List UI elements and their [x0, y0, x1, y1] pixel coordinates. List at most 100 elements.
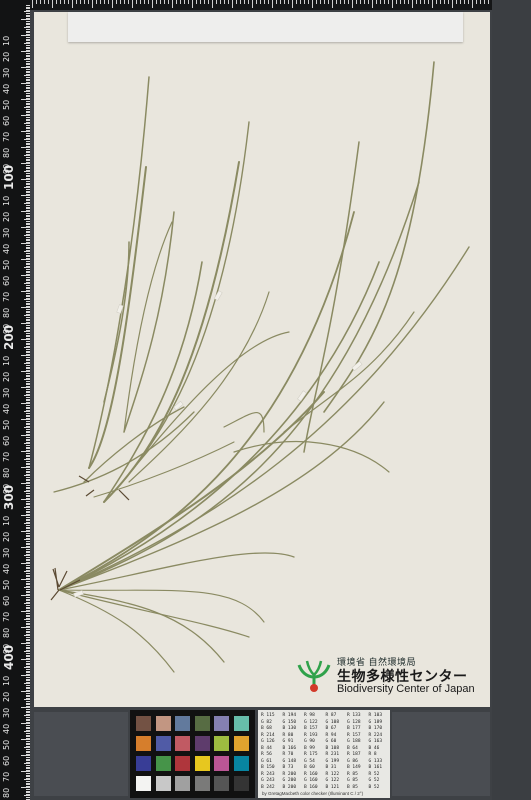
top-ruler-tick [372, 0, 373, 8]
color-swatch [155, 756, 171, 771]
color-values-table: by GretagMacbeth color checker (Illumina… [258, 710, 390, 798]
top-ruler-tick [288, 0, 289, 4]
top-ruler-tick [212, 0, 213, 8]
color-value-cell: G 128 [347, 719, 361, 725]
color-value-cell: R 87 [325, 713, 337, 718]
top-ruler-tick [48, 0, 49, 4]
color-swatch [214, 736, 229, 751]
ruler-label: 30 [2, 227, 11, 238]
ruler-label: 10 [2, 195, 11, 206]
top-ruler-tick [292, 0, 293, 8]
top-ruler-tick [300, 0, 301, 4]
color-value-cell: G 150 [282, 719, 297, 725]
color-value-cell: B 67 [325, 726, 337, 731]
top-ruler-tick [40, 0, 41, 4]
ruler-label: 60 [2, 275, 11, 286]
top-ruler-tick [160, 0, 161, 4]
top-ruler-tick [92, 0, 93, 8]
color-value-cell: B 150 [261, 765, 275, 770]
ruler-label: 10 [2, 675, 11, 686]
top-ruler-tick [56, 0, 57, 4]
ruler-label: 10 [2, 35, 11, 46]
top-ruler-tick [344, 0, 345, 4]
color-value-cell: B 108 [325, 745, 340, 751]
top-ruler-tick [104, 0, 105, 4]
top-ruler-tick [376, 0, 377, 4]
top-ruler-tick [460, 0, 461, 4]
top-ruler-tick [164, 0, 165, 4]
top-ruler-tick [36, 0, 37, 4]
color-value-cell: R 214 [261, 732, 275, 738]
color-value-cell: G 122 [325, 778, 340, 783]
top-ruler-tick [476, 0, 477, 4]
color-value-cell: G 108 [325, 719, 340, 725]
top-ruler-tick [308, 0, 309, 4]
top-ruler-tick [120, 0, 121, 4]
ruler-label: 70 [2, 611, 11, 622]
ruler-label: 70 [2, 451, 11, 462]
ruler-label: 20 [2, 371, 11, 382]
top-ruler-tick [396, 0, 397, 4]
color-value-cell: G 82 [261, 719, 272, 725]
color-value-cell: R 70 [282, 752, 294, 757]
top-ruler-tick [136, 0, 137, 4]
color-value-cell: G 199 [325, 758, 340, 764]
top-ruler-tick [440, 0, 441, 4]
ruler-label: 30 [2, 387, 11, 398]
top-ruler-tick [88, 0, 89, 4]
color-checker-chart [130, 710, 255, 798]
top-ruler-tick [140, 0, 141, 4]
top-ruler-tick [176, 0, 177, 4]
gray-card-left [34, 712, 128, 796]
top-ruler-tick [400, 0, 401, 4]
top-ruler-tick [456, 0, 457, 4]
top-ruler-tick [124, 0, 125, 4]
color-value-cell: R 193 [304, 732, 318, 738]
color-swatch [175, 736, 190, 751]
color-value-cell: B 46 [368, 745, 380, 751]
top-ruler-tick [192, 0, 193, 8]
color-value-cell: G 189 [368, 719, 383, 725]
ruler-label: 70 [2, 131, 11, 142]
color-value-cell: R 175 [304, 752, 318, 757]
top-ruler-tick [224, 0, 225, 4]
color-value-cell: B 177 [347, 726, 361, 731]
color-swatch [136, 776, 151, 791]
center-name-english: Biodiversity Center of Japan [337, 683, 475, 695]
top-ruler-tick [380, 0, 381, 4]
top-ruler-tick [236, 0, 237, 4]
top-ruler-tick [452, 0, 453, 8]
top-ruler-tick [324, 0, 325, 4]
color-swatch [233, 776, 249, 791]
color-value-cell: G 61 [261, 758, 272, 764]
top-ruler-tick [420, 0, 421, 4]
top-ruler-tick [172, 0, 173, 8]
top-ruler-tick [304, 0, 305, 4]
top-ruler-tick [488, 0, 489, 4]
color-value-cell: B 31 [325, 765, 337, 770]
top-ruler-tick [444, 0, 445, 4]
top-ruler-tick [332, 0, 333, 8]
top-ruler-tick [144, 0, 145, 4]
color-swatch [175, 716, 190, 731]
top-ruler-tick [208, 0, 209, 4]
top-ruler-tick [216, 0, 217, 4]
color-value-cell: B 166 [282, 745, 297, 751]
color-value-cell: G 90 [304, 739, 315, 744]
color-value-cell: R 56 [261, 752, 272, 757]
color-swatch [136, 736, 151, 751]
color-value-cell: B 44 [261, 745, 272, 751]
color-value-cell: G 160 [304, 778, 318, 783]
top-ruler-tick [472, 0, 473, 8]
top-ruler-tick [156, 0, 157, 4]
top-ruler-tick [200, 0, 201, 4]
color-swatch [194, 776, 210, 791]
color-value-cell: G 243 [261, 778, 275, 783]
color-value-cell: B 60 [304, 765, 315, 770]
color-swatch [175, 776, 190, 791]
top-ruler-tick [480, 0, 481, 4]
top-ruler-tick [384, 0, 385, 4]
ruler-label: 40 [2, 243, 11, 254]
ruler-label: 50 [2, 99, 11, 110]
top-ruler-tick [412, 0, 413, 8]
